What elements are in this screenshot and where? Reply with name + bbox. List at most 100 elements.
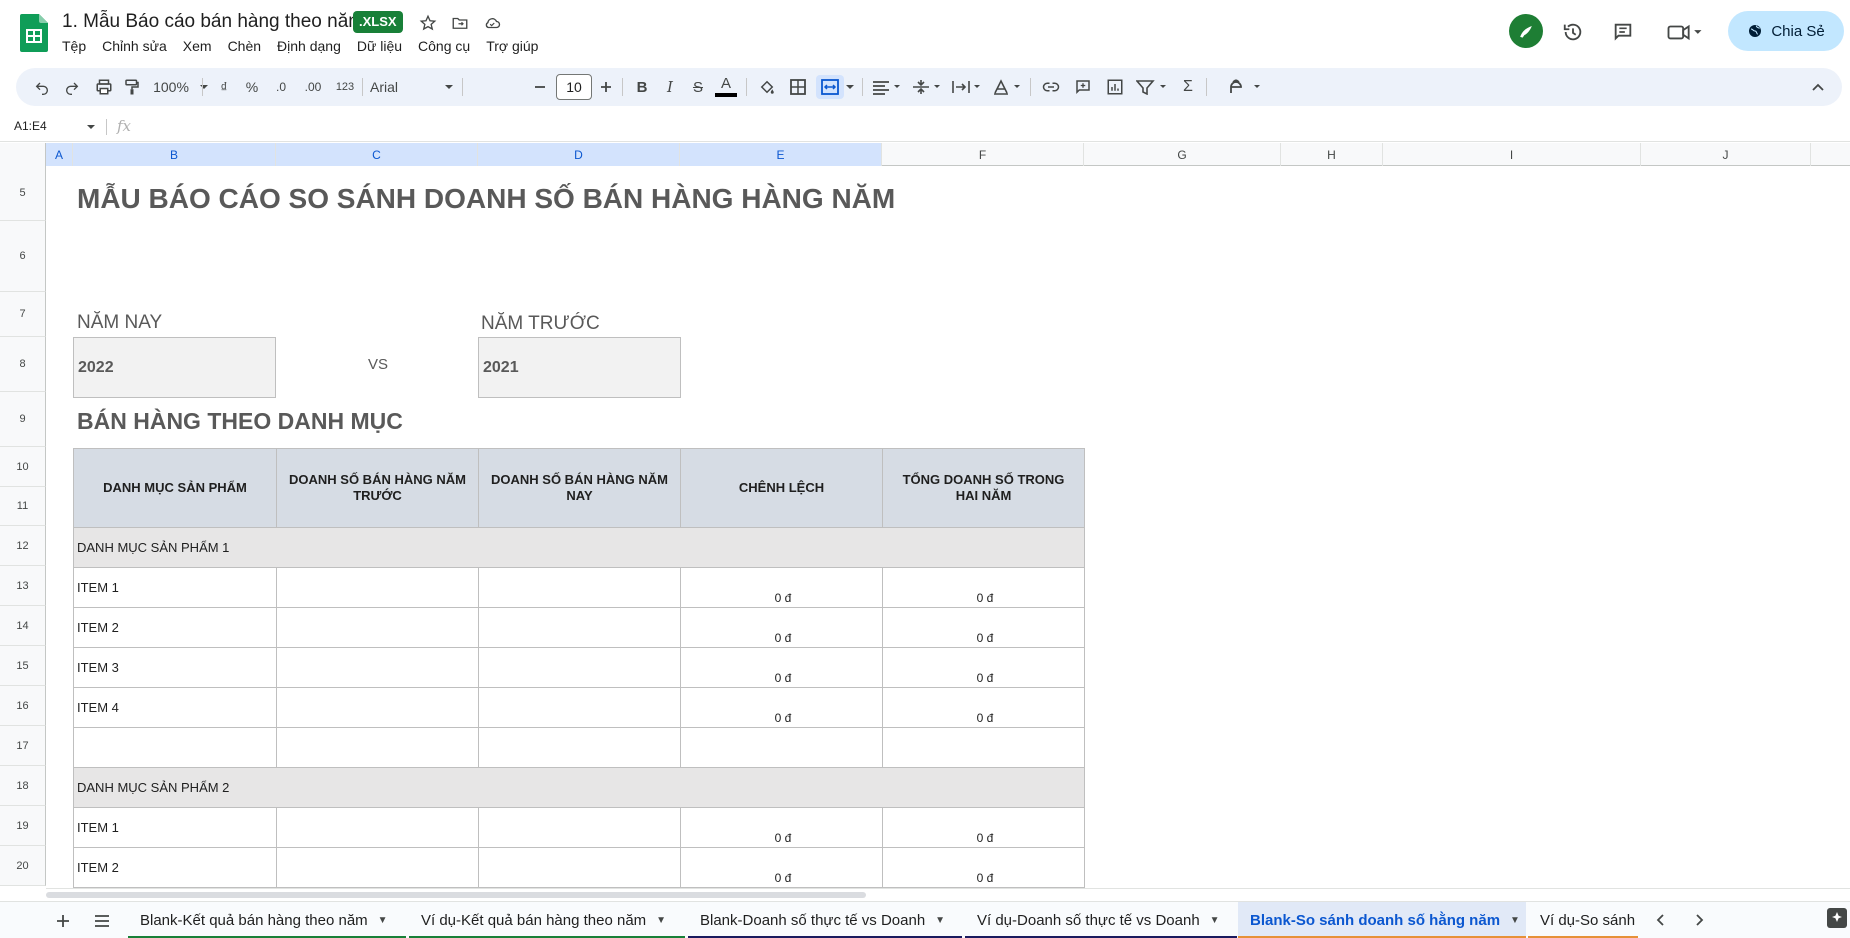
currency-format-button[interactable]: ₫ [212,75,236,99]
difference-cell[interactable]: 0 đ [680,847,883,888]
total-cell[interactable]: 0 đ [882,847,1085,888]
text-wrapping-icon[interactable] [950,75,984,99]
row-header[interactable]: 5 [0,166,46,221]
column-header-h[interactable]: H [1281,143,1383,166]
collapse-toolbar-icon[interactable] [1806,75,1830,99]
this-year-cell[interactable]: 2022 [73,337,276,398]
column-header-j[interactable]: J [1641,143,1811,166]
empty-cell[interactable] [478,647,681,688]
column-header-a[interactable]: A [46,143,73,166]
filter-icon[interactable] [1134,75,1170,99]
scrollbar-thumb[interactable] [46,892,866,898]
row-header[interactable]: 7 [0,292,46,337]
empty-cell[interactable] [478,847,681,888]
chevron-down-icon[interactable] [844,75,856,99]
column-header-c[interactable]: C [276,143,478,166]
row-header[interactable]: 11 [0,487,46,526]
difference-cell[interactable]: 0 đ [680,647,883,688]
row-header[interactable]: 13 [0,566,46,606]
decrease-decimal-button[interactable]: .0 [268,75,294,99]
header-two-year-total[interactable]: TỔNG DOANH SỐ TRONG HAI NĂM [882,448,1085,528]
item-cell[interactable]: ITEM 1 [73,807,277,848]
undo-icon[interactable] [30,75,54,99]
vertical-align-icon[interactable] [910,75,944,99]
empty-cell[interactable] [478,807,681,848]
difference-cell[interactable]: 0 đ [680,567,883,608]
header-category[interactable]: DANH MỤC SẢN PHẨM [73,448,277,528]
header-difference[interactable]: CHÊNH LỆCH [680,448,883,528]
insert-chart-icon[interactable] [1102,75,1128,99]
increase-decimal-button[interactable]: .00 [298,75,328,99]
insert-link-icon[interactable] [1038,75,1064,99]
item-cell[interactable]: ITEM 2 [73,607,277,648]
empty-cell[interactable] [882,727,1085,768]
empty-cell[interactable] [276,567,479,608]
font-family-select[interactable]: Arial [370,75,454,99]
move-folder-icon[interactable] [449,12,471,34]
section-title[interactable]: BÁN HÀNG THEO DANH MỤC [77,408,403,435]
item-cell[interactable]: ITEM 2 [73,847,277,888]
strikethrough-button[interactable]: S [686,75,710,99]
last-year-cell[interactable]: 2021 [478,337,681,398]
borders-icon[interactable] [786,75,810,99]
add-sheet-icon[interactable] [50,908,76,934]
empty-cell[interactable] [478,567,681,608]
sheet-tab-active[interactable]: Blank-So sánh doanh số hằng năm ▼ [1238,902,1526,938]
sheets-logo-icon[interactable] [20,14,48,52]
column-header-b[interactable]: B [73,143,276,166]
menu-insert[interactable]: Chèn [228,38,269,54]
share-button[interactable]: Chia Sẻ [1728,11,1844,51]
empty-cell[interactable] [276,727,479,768]
increase-font-size-icon[interactable] [596,75,616,99]
menu-file[interactable]: Tệp [62,38,94,54]
bold-button[interactable]: B [630,75,654,99]
sheet-tab[interactable]: Blank-Kết quả bán hàng theo năm ▼ [128,902,406,938]
empty-cell[interactable] [478,687,681,728]
number-format-button[interactable]: 123 [330,75,360,99]
text-rotation-icon[interactable] [990,75,1024,99]
italic-button[interactable]: I [658,75,682,99]
menu-data[interactable]: Dữ liệu [357,38,410,54]
empty-cell[interactable] [73,727,277,768]
menu-tools[interactable]: Công cụ [418,38,478,54]
select-all-corner[interactable] [0,143,46,166]
empty-cell[interactable] [276,607,479,648]
empty-cell[interactable] [276,647,479,688]
empty-cell[interactable] [478,607,681,648]
row-header[interactable]: 19 [0,806,46,846]
chevron-down-icon[interactable]: ▼ [1210,915,1220,926]
row-header[interactable]: 12 [0,526,46,566]
empty-cell[interactable] [276,687,479,728]
print-icon[interactable] [92,75,116,99]
version-history-icon[interactable] [1557,16,1589,48]
percent-format-button[interactable]: % [240,75,264,99]
row-header[interactable]: 17 [0,726,46,766]
menu-edit[interactable]: Chỉnh sửa [102,38,175,54]
all-sheets-icon[interactable] [89,908,115,934]
column-header-f[interactable]: F [882,143,1084,166]
user-avatar[interactable] [1509,14,1543,48]
empty-cell[interactable] [276,847,479,888]
total-cell[interactable]: 0 đ [882,647,1085,688]
versus-label[interactable]: VS [368,356,388,373]
menu-format[interactable]: Định dạng [277,38,349,54]
difference-cell[interactable]: 0 đ [680,607,883,648]
horizontal-scrollbar[interactable] [46,888,1850,900]
empty-cell[interactable] [276,807,479,848]
comments-icon[interactable] [1607,16,1639,48]
item-cell[interactable]: ITEM 4 [73,687,277,728]
chevron-down-icon[interactable]: ▼ [656,915,666,926]
decrease-font-size-icon[interactable] [530,75,550,99]
meet-video-icon[interactable] [1660,16,1710,48]
total-cell[interactable]: 0 đ [882,607,1085,648]
sheet-tab[interactable]: Ví dụ-So sánh [1528,902,1638,938]
category-cell[interactable]: DANH MỤC SẢN PHẨM 2 [73,767,1085,808]
column-header-d[interactable]: D [478,143,680,166]
row-header[interactable]: 10 [0,447,46,487]
total-cell[interactable]: 0 đ [882,807,1085,848]
input-tools-icon[interactable] [1226,75,1266,99]
insert-comment-icon[interactable] [1070,75,1096,99]
chevron-down-icon[interactable]: ▼ [1510,915,1520,926]
empty-cell[interactable] [680,727,883,768]
category-cell[interactable]: DANH MỤC SẢN PHẨM 1 [73,527,1085,568]
